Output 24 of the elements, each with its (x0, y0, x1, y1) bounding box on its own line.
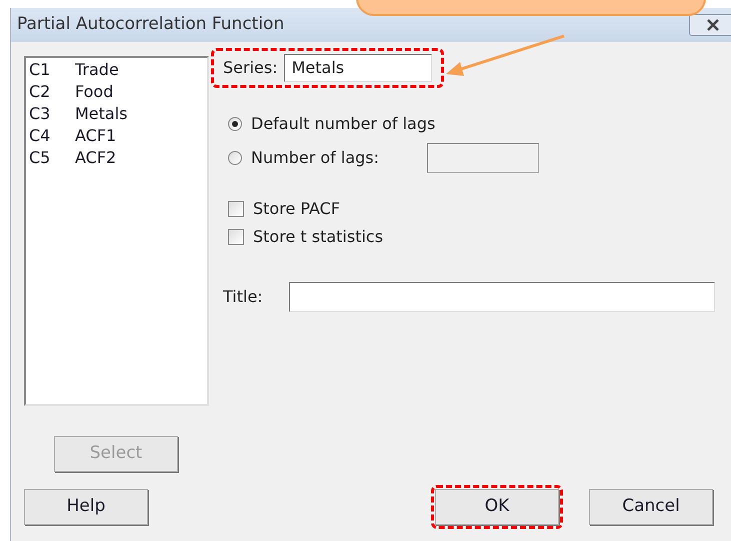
radio-button[interactable] (228, 117, 242, 131)
checkbox-label[interactable]: Store t statistics (253, 225, 384, 249)
column-list[interactable]: C1 Trade C2 Food C3 Metals C4 ACF1 C5 ACF2 (24, 56, 209, 406)
series-label: Series: (223, 57, 278, 79)
title-field[interactable] (289, 282, 715, 312)
radio-label[interactable]: Number of lags: (251, 146, 417, 170)
checkbox[interactable] (228, 229, 244, 245)
ok-button[interactable]: OK (435, 489, 559, 525)
column-item[interactable]: C2 Food (29, 81, 207, 103)
checkbox[interactable] (228, 201, 244, 217)
column-item[interactable]: C5 ACF2 (29, 147, 207, 169)
help-button[interactable]: Help (24, 489, 148, 525)
column-item[interactable]: C4 ACF1 (29, 125, 207, 147)
close-button[interactable] (689, 14, 731, 36)
title-label: Title: (223, 286, 264, 308)
column-item[interactable]: C1 Trade (29, 59, 207, 81)
column-item[interactable]: C3 Metals (29, 103, 207, 125)
series-field[interactable]: Metals (284, 54, 432, 82)
radio-button[interactable] (228, 151, 242, 165)
radio-label[interactable]: Default number of lags (251, 112, 436, 136)
window-title: Partial Autocorrelation Function (17, 13, 284, 36)
checkbox-label[interactable]: Store PACF (253, 197, 340, 221)
cancel-button[interactable]: Cancel (589, 489, 713, 525)
close-icon (706, 19, 720, 31)
